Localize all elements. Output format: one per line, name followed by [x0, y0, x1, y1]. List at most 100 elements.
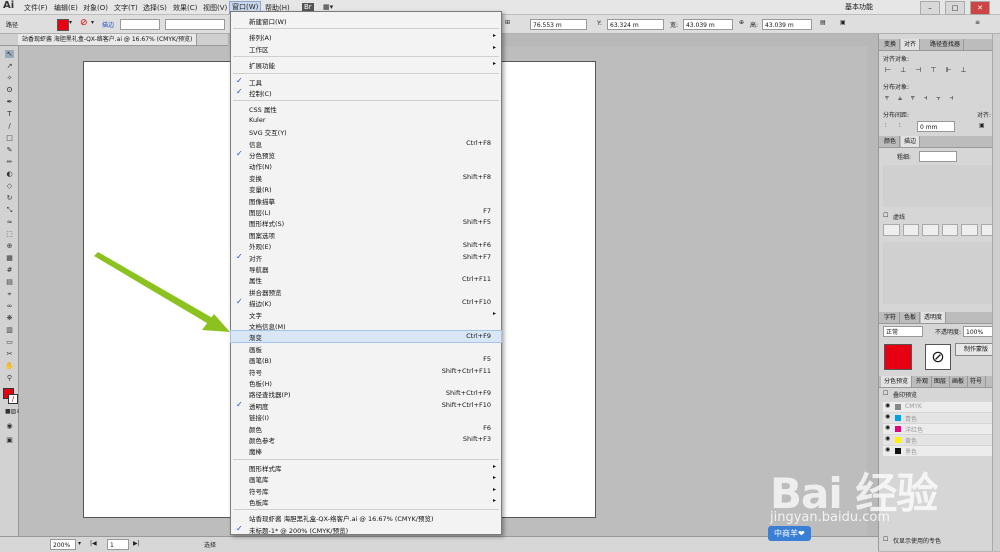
scale-tool-icon[interactable]: ⤡ — [5, 206, 14, 214]
window-menu-item[interactable]: SVG 交互(Y) — [231, 126, 501, 137]
spacing-horizontal-icon[interactable]: ⫶ — [899, 122, 901, 130]
window-menu-item[interactable]: 画笔(B) F5 — [231, 354, 501, 365]
window-menu-item[interactable]: 色板(H) — [231, 377, 501, 388]
paintbrush-tool-icon[interactable]: ✎ — [5, 146, 14, 154]
close-button[interactable]: ✕ — [970, 1, 990, 15]
bridge-icon[interactable]: Br — [302, 3, 314, 11]
blend-tool-icon[interactable]: ∞ — [5, 302, 14, 310]
menu-object[interactable]: 对象(O) — [83, 3, 108, 13]
direct-selection-tool-icon[interactable]: ↗ — [5, 62, 14, 70]
link-icon[interactable]: ⊕ — [739, 19, 744, 26]
window-menu-item[interactable]: 符号库 ▸ — [231, 485, 501, 496]
status-mode[interactable]: 选择 — [204, 540, 216, 549]
fill-swatch[interactable] — [57, 19, 69, 31]
window-menu-item[interactable]: ✓ 工具 — [231, 76, 501, 87]
x-field[interactable]: 76.553 m — [530, 19, 587, 30]
zoom-tool-icon[interactable]: ⚲ — [5, 374, 14, 382]
magic-wand-tool-icon[interactable]: ✧ — [5, 74, 14, 82]
zoom-dropdown-icon[interactable]: ▾ — [78, 540, 81, 547]
stroke-swatch-icon[interactable]: ⊘ — [80, 18, 88, 28]
window-menu-item[interactable]: 扩展功能 ▸ — [231, 59, 501, 70]
stroke-weight-panel-field[interactable] — [919, 151, 957, 162]
window-menu-item[interactable]: 颜色参考 Shift+F3 — [231, 434, 501, 445]
variable-width-dropdown[interactable] — [165, 19, 225, 30]
spacing-vertical-icon[interactable]: ⫶ — [885, 122, 887, 130]
window-menu-item[interactable]: 外观(E) Shift+F6 — [231, 240, 501, 251]
rectangle-tool-icon[interactable]: □ — [5, 134, 14, 142]
selection-tool-icon[interactable]: ↖ — [5, 50, 14, 58]
zoom-field[interactable]: 200% — [50, 539, 76, 550]
window-menu-item[interactable]: ✓ 未标题-1* @ 200% (CMYK/预览) — [231, 524, 501, 535]
align-right-icon[interactable]: ⊣ — [915, 66, 921, 76]
stroke-color-icon[interactable]: / — [8, 394, 18, 404]
align-to-icon[interactable]: ▣ — [979, 122, 985, 129]
minimize-button[interactable]: – — [920, 1, 940, 15]
window-menu-item[interactable]: 图像描摹 — [231, 195, 501, 206]
align-panel-icon[interactable]: ▤ — [820, 19, 826, 26]
menu-type[interactable]: 文字(T) — [114, 3, 138, 13]
artboard-number-field[interactable]: 1 — [107, 539, 129, 550]
align-left-icon[interactable]: ⊢ — [885, 66, 891, 76]
tab-color[interactable]: 颜色 — [881, 136, 901, 147]
draw-mode-icon[interactable]: ◉ — [5, 422, 14, 430]
window-menu-item[interactable]: 属性 Ctrl+F11 — [231, 274, 501, 285]
align-vcenter-icon[interactable]: ⊩ — [945, 66, 951, 76]
window-menu-item[interactable]: 站香现虾酱 海胆黑礼盒-QX-络客户.ai @ 16.67% (CMYK/预览) — [231, 512, 501, 523]
window-menu-item[interactable]: 图形样式库 ▸ — [231, 462, 501, 473]
window-menu-item[interactable]: CSS 属性 — [231, 103, 501, 114]
menu-edit[interactable]: 编辑(E) — [54, 3, 78, 13]
tab-artboards[interactable]: 画板 — [949, 376, 969, 387]
plate-row[interactable]: ◉ 青色 — [883, 413, 993, 423]
line-tool-icon[interactable]: / — [5, 122, 14, 130]
stroke-label[interactable]: 描边 — [102, 20, 114, 29]
tab-separations[interactable]: 分色预览 — [881, 376, 913, 387]
window-menu-item[interactable]: 信息 Ctrl+F8 — [231, 138, 501, 149]
window-menu-item[interactable]: 文字 ▸ — [231, 309, 501, 320]
distribute-top-icon[interactable]: ⫧ — [885, 94, 889, 104]
color-mode-icon[interactable]: ■▨⊘ — [5, 408, 21, 416]
tab-swatches[interactable]: 色板 — [901, 312, 921, 323]
stroke-weight-field[interactable] — [120, 19, 160, 30]
free-transform-tool-icon[interactable]: ⬚ — [5, 230, 14, 238]
fill-dropdown-icon[interactable]: ▾ — [69, 19, 72, 26]
maximize-button[interactable]: □ — [945, 1, 965, 15]
dashed-checkbox[interactable]: ☐ — [883, 212, 888, 219]
blob-brush-tool-icon[interactable]: ◐ — [5, 170, 14, 178]
window-menu-item[interactable]: ✓ 分色预览 — [231, 149, 501, 160]
window-menu-item[interactable]: 图层(L) F7 — [231, 206, 501, 217]
pen-tool-icon[interactable]: ✒ — [5, 98, 14, 106]
distribute-bottom-icon[interactable]: ⫧ — [911, 94, 915, 104]
menu-view[interactable]: 视图(V) — [203, 3, 227, 13]
shape-builder-tool-icon[interactable]: ⊕ — [5, 242, 14, 250]
spacing-field[interactable]: 0 mm — [917, 121, 955, 132]
window-menu-item[interactable]: ✓ 描边(K) Ctrl+F10 — [231, 297, 501, 308]
next-artboard-icon[interactable]: ▶| — [133, 540, 140, 547]
document-tab[interactable]: 站香现虾酱 海胆黑礼盒-QX-络客户.ai @ 16.67% (CMYK/预览) — [18, 34, 198, 45]
eye-icon[interactable]: ◉ — [885, 402, 890, 409]
slice-tool-icon[interactable]: ✂ — [5, 350, 14, 358]
mesh-tool-icon[interactable]: # — [5, 266, 14, 274]
eraser-tool-icon[interactable]: ◇ — [5, 182, 14, 190]
window-menu-item[interactable]: 画笔库 ▸ — [231, 473, 501, 484]
workspace-switcher[interactable]: 基本功能 — [845, 2, 873, 12]
symbol-sprayer-tool-icon[interactable]: ❋ — [5, 314, 14, 322]
window-menu-item[interactable]: 排列(A) ▸ — [231, 31, 501, 42]
window-menu-item[interactable]: 变量(R) — [231, 183, 501, 194]
window-menu-item[interactable]: 色板库 ▸ — [231, 496, 501, 507]
gap-field[interactable] — [902, 224, 919, 236]
window-menu-item[interactable]: 颜色 F6 — [231, 423, 501, 434]
window-menu-item[interactable]: 图形样式(S) Shift+F5 — [231, 217, 501, 228]
gap-field[interactable] — [941, 224, 958, 236]
arrange-docs-icon[interactable]: ▦▾ — [323, 3, 333, 11]
window-menu-item[interactable]: ✓ 对齐 Shift+F7 — [231, 252, 501, 263]
tab-align[interactable]: 对齐 — [901, 39, 921, 50]
align-hcenter-icon[interactable]: ⊥ — [900, 66, 906, 76]
window-menu-item[interactable]: 图案选项 — [231, 229, 501, 240]
window-menu-item[interactable]: 动作(N) — [231, 160, 501, 171]
w-field[interactable]: 43.039 m — [683, 19, 733, 30]
tab-pathfinder[interactable]: 路径查找器 — [927, 39, 965, 50]
tab-appearance[interactable]: 外观 — [913, 376, 933, 387]
tab-layers[interactable]: 图层 — [931, 376, 951, 387]
window-menu-item[interactable]: 文档信息(M) — [231, 320, 501, 331]
plate-row[interactable]: ◉ CMYK — [883, 402, 993, 412]
